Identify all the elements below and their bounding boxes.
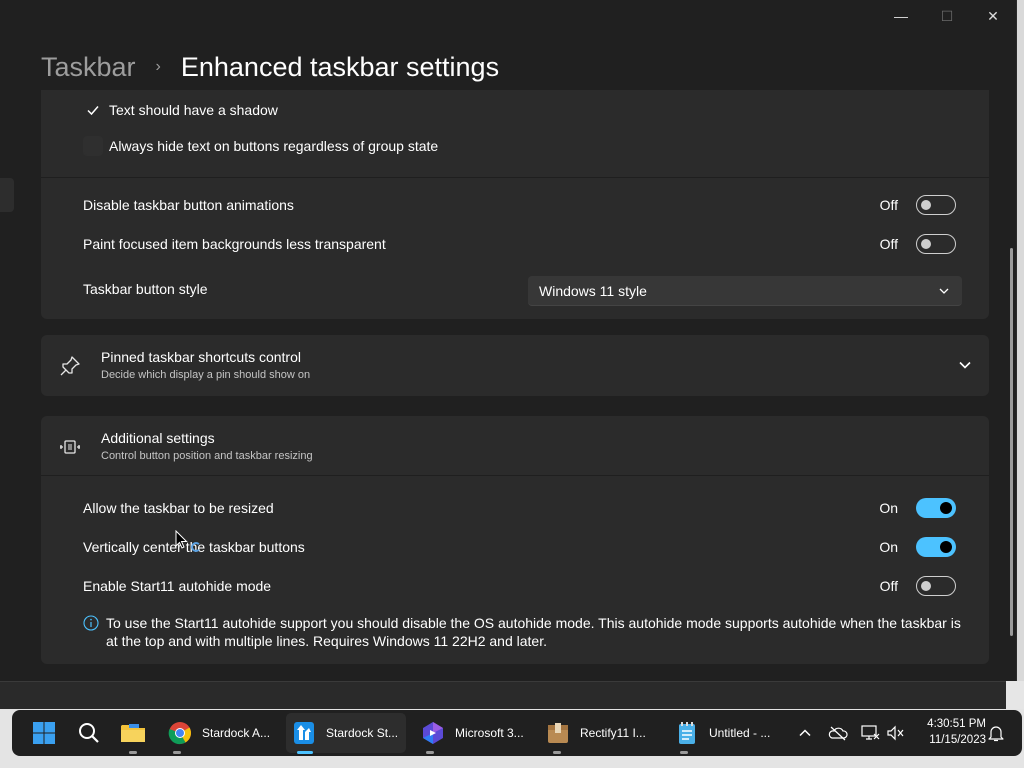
- close-button[interactable]: ✕: [970, 0, 1016, 32]
- section-title: Pinned taskbar shortcuts control: [101, 349, 301, 365]
- active-indicator: [297, 751, 313, 754]
- chrome-icon: [168, 721, 192, 745]
- start-icon[interactable]: [31, 720, 57, 746]
- clock-date: 11/15/2023: [929, 734, 986, 746]
- minimize-button[interactable]: —: [878, 0, 924, 32]
- breadcrumb-separator-icon: ›: [155, 58, 161, 75]
- mouse-pointer-icon: [175, 529, 189, 550]
- checkmark-icon[interactable]: [83, 100, 103, 120]
- app-label: Stardock St...: [326, 726, 399, 740]
- scrollbar-thumb[interactable]: [1010, 248, 1013, 636]
- notification-bell-icon[interactable]: [986, 723, 1006, 743]
- taskbar-app-rectify11[interactable]: Rectify11 I...: [540, 713, 660, 753]
- allow-resize-row: Allow the taskbar to be resized On: [41, 496, 989, 520]
- info-icon: [83, 615, 99, 631]
- background-window-edge: [1017, 0, 1024, 700]
- checkbox-box[interactable]: [83, 136, 103, 156]
- stardock-icon: [292, 721, 316, 745]
- clock-time: 4:30:51 PM: [927, 718, 986, 730]
- volume-muted-icon[interactable]: [886, 723, 906, 743]
- running-indicator: [426, 751, 434, 754]
- less-transparent-row: Paint focused item backgrounds less tran…: [41, 232, 989, 256]
- info-text: To use the Start11 autohide support you …: [106, 615, 961, 649]
- chevron-down-icon: [938, 284, 950, 300]
- app-label: Microsoft 3...: [455, 726, 524, 740]
- pinned-shortcuts-card[interactable]: Pinned taskbar shortcuts control Decide …: [41, 335, 989, 396]
- clock[interactable]: 4:30:51 PM 11/15/2023: [918, 716, 986, 748]
- text-shadow-checkbox-row[interactable]: Text should have a shadow: [83, 98, 278, 122]
- busy-indicator-icon: [191, 542, 201, 552]
- network-icon[interactable]: [860, 723, 880, 743]
- toggle-state-text: Off: [879, 236, 898, 252]
- setting-label: Taskbar button style: [83, 281, 208, 297]
- allow-resize-toggle[interactable]: [916, 498, 956, 518]
- center-buttons-toggle[interactable]: [916, 537, 956, 557]
- toggle-state-text: On: [879, 500, 898, 516]
- onedrive-offline-icon[interactable]: [828, 723, 848, 743]
- page-title: Enhanced taskbar settings: [180, 51, 500, 82]
- setting-label: Enable Start11 autohide mode: [83, 578, 272, 594]
- breadcrumb-parent-link[interactable]: Taskbar: [41, 52, 136, 83]
- resize-icon: [59, 436, 81, 458]
- taskbar-app-microsoft[interactable]: Microsoft 3...: [415, 713, 535, 753]
- toggle-state-text: Off: [879, 197, 898, 213]
- pin-icon: [59, 355, 81, 377]
- running-indicator: [680, 751, 688, 754]
- copilot-icon: [421, 721, 445, 745]
- package-icon: [546, 721, 570, 745]
- autohide-toggle[interactable]: [916, 576, 956, 596]
- taskbar-app-stardock-st[interactable]: Stardock St...: [286, 713, 406, 753]
- app-label: Rectify11 I...: [580, 726, 646, 740]
- toggle-state-text: Off: [879, 578, 898, 594]
- running-indicator: [173, 751, 181, 754]
- chevron-down-icon[interactable]: [957, 357, 973, 373]
- autohide-row: Enable Start11 autohide mode Off: [41, 574, 989, 598]
- background-window: [0, 681, 1006, 709]
- toggle-state-text: On: [879, 539, 898, 555]
- text-and-style-card: Text should have a shadow Always hide te…: [41, 90, 989, 319]
- disable-animations-row: Disable taskbar button animations Off: [41, 193, 989, 217]
- autohide-info: To use the Start11 autohide support you …: [83, 614, 963, 650]
- additional-section-header: Additional settings Control button posit…: [41, 416, 989, 477]
- running-indicator: [553, 751, 561, 754]
- app-label: Stardock A...: [202, 726, 271, 740]
- background-window-edge: [1006, 681, 1024, 709]
- section-title: Additional settings: [101, 430, 215, 446]
- app-label: Untitled - ...: [709, 726, 771, 740]
- notepad-icon: [675, 721, 699, 745]
- setting-label: Paint focused item backgrounds less tran…: [83, 236, 386, 252]
- taskbar: Stardock A... Stardock St... Microsoft 3…: [12, 710, 1022, 756]
- settings-window: — ☐ ✕ Taskbar › Enhanced taskbar setting…: [0, 0, 1017, 681]
- nav-pane-edge: [0, 178, 14, 212]
- setting-label: Allow the taskbar to be resized: [83, 500, 274, 516]
- divider: [41, 475, 989, 476]
- file-explorer-icon[interactable]: [120, 720, 146, 746]
- less-transparent-toggle[interactable]: [916, 234, 956, 254]
- dropdown-value: Windows 11 style: [539, 282, 647, 299]
- disable-animations-toggle[interactable]: [916, 195, 956, 215]
- divider: [41, 177, 989, 178]
- maximize-button[interactable]: ☐: [924, 0, 970, 32]
- checkbox-label: Text should have a shadow: [109, 102, 278, 118]
- chevron-up-icon[interactable]: [795, 723, 815, 743]
- section-description: Decide which display a pin should show o…: [101, 369, 311, 381]
- button-style-dropdown[interactable]: Windows 11 style: [528, 276, 962, 306]
- hide-text-checkbox-row[interactable]: Always hide text on buttons regardless o…: [83, 134, 438, 158]
- taskbar-app-stardock-a[interactable]: Stardock A...: [162, 713, 282, 753]
- running-indicator: [129, 751, 137, 754]
- setting-label: Disable taskbar button animations: [83, 197, 294, 213]
- breadcrumb: Taskbar › Enhanced taskbar settings: [41, 48, 499, 86]
- checkbox-label: Always hide text on buttons regardless o…: [109, 138, 439, 154]
- pinned-section-header[interactable]: Pinned taskbar shortcuts control Decide …: [41, 335, 989, 396]
- taskbar-app-notepad[interactable]: Untitled - ...: [669, 713, 789, 753]
- section-description: Control button position and taskbar resi…: [101, 450, 313, 462]
- search-icon[interactable]: [76, 720, 102, 746]
- window-controls: — ☐ ✕: [878, 0, 1016, 32]
